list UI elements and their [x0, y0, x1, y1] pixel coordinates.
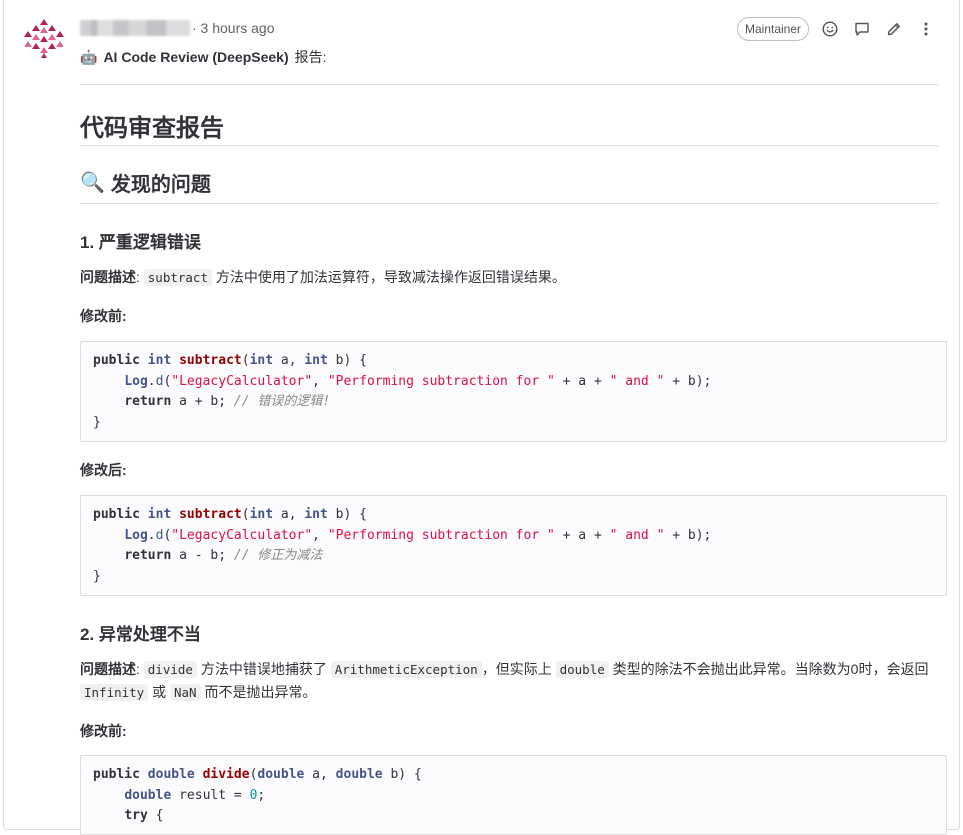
code-block-divide[interactable]: public double divide(double a, double b)… [80, 755, 947, 835]
description-label: 问题描述 [80, 269, 136, 285]
inline-code: NaN [170, 684, 201, 701]
edit-pencil-icon[interactable] [883, 17, 905, 41]
code-block-after[interactable]: public int subtract(int a, int b) { Log.… [80, 495, 947, 596]
after-label: 修改后: [80, 462, 127, 478]
note-intro: 🤖 AI Code Review (DeepSeek) 报告: [80, 47, 327, 67]
author-name-redacted[interactable] [80, 20, 190, 36]
inline-code: Infinity [80, 684, 149, 701]
role-badge: Maintainer [736, 17, 809, 41]
inline-code: divide [143, 661, 197, 678]
title-underline [80, 145, 939, 146]
description-text: 方法中使用了加法运算符，导致减法操作返回错误结果。 [212, 269, 566, 285]
robot-emoji-icon: 🤖 [80, 48, 98, 65]
note-header: · 3 hours ago [80, 20, 275, 36]
issue-2-title: 2. 异常处理不当 [80, 625, 201, 644]
add-reaction-icon[interactable] [819, 17, 841, 41]
before-label: 修改前: [80, 308, 127, 324]
review-note-card: · 3 hours ago 🤖 AI Code Review (DeepSeek… [3, 0, 960, 835]
bot-title-suffix: 报告: [294, 49, 327, 65]
divider [80, 84, 939, 85]
note-actions: Maintainer [736, 17, 937, 41]
inline-code: ArithmeticException [330, 661, 482, 678]
description-text: 类型的除法不会抛出此异常。当除数为0时，会返回 [608, 661, 929, 677]
inline-code: subtract [143, 269, 212, 286]
description-text: 而不是抛出异常。 [200, 684, 317, 700]
description-text: ，但实际上 [481, 661, 556, 677]
description-label: 问题描述 [80, 661, 136, 677]
report-title: 代码审查报告 [80, 115, 224, 142]
section-heading: 🔍 发现的问题 [80, 168, 211, 197]
issue-2-description: 问题描述: divide 方法中错误地捕获了 ArithmeticExcepti… [80, 661, 929, 701]
note-timestamp[interactable]: · 3 hours ago [192, 20, 275, 36]
magnifier-emoji-icon: 🔍 [80, 172, 105, 194]
user-avatar[interactable] [23, 17, 65, 59]
before-label: 修改前: [80, 723, 127, 739]
inline-code: double [555, 661, 609, 678]
issue-1-description: 问题描述: subtract 方法中使用了加法运算符，导致减法操作返回错误结果。 [80, 269, 566, 286]
section-title: 发现的问题 [110, 174, 211, 196]
section-underline [80, 203, 939, 204]
more-actions-icon[interactable] [915, 17, 937, 41]
description-text: 方法中错误地捕获了 [196, 661, 331, 677]
reply-comment-icon[interactable] [851, 17, 873, 41]
issue-1-title: 1. 严重逻辑错误 [80, 233, 201, 252]
code-block-before[interactable]: public int subtract(int a, int b) { Log.… [80, 341, 947, 442]
description-text: 或 [148, 684, 170, 700]
bot-title: AI Code Review (DeepSeek) [103, 49, 289, 65]
